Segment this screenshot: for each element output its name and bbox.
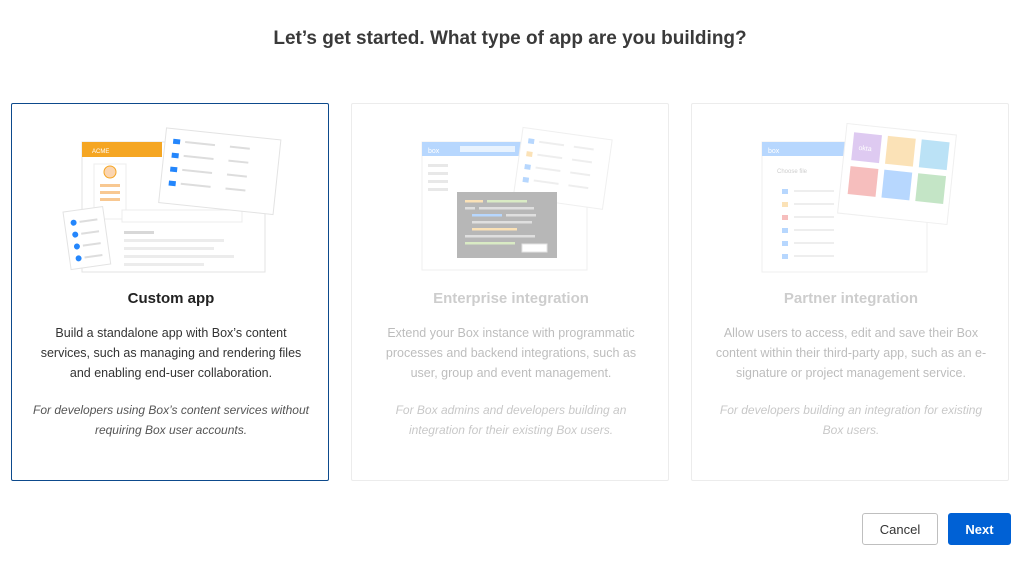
page-title: Let’s get started. What type of app are …: [273, 28, 747, 49]
enterprise-integration-description: Extend your Box instance with programmat…: [385, 326, 637, 380]
custom-app-card[interactable]: ACME Custom app Build a standalone app w…: [11, 103, 329, 481]
next-button[interactable]: Next: [948, 513, 1011, 545]
cancel-button[interactable]: Cancel: [862, 513, 938, 545]
partner-integration-description: Allow users to access, edit and save the…: [715, 326, 987, 380]
partner-integration-note: For developers building an integration f…: [719, 403, 983, 437]
enterprise-integration-note: For Box admins and developers building a…: [395, 403, 627, 437]
custom-app-description: Build a standalone app with Box’s conten…: [40, 326, 302, 380]
custom-app-note: For developers using Box’s content servi…: [33, 403, 309, 437]
enterprise-integration-title: Enterprise integration: [433, 290, 589, 307]
partner-integration-card[interactable]: box Choose file okta Partner integration…: [691, 103, 1009, 481]
custom-app-title: Custom app: [127, 290, 215, 307]
partner-integration-title: Partner integration: [783, 290, 919, 307]
enterprise-integration-card[interactable]: box Enterprise integration Extend your B…: [351, 103, 669, 481]
